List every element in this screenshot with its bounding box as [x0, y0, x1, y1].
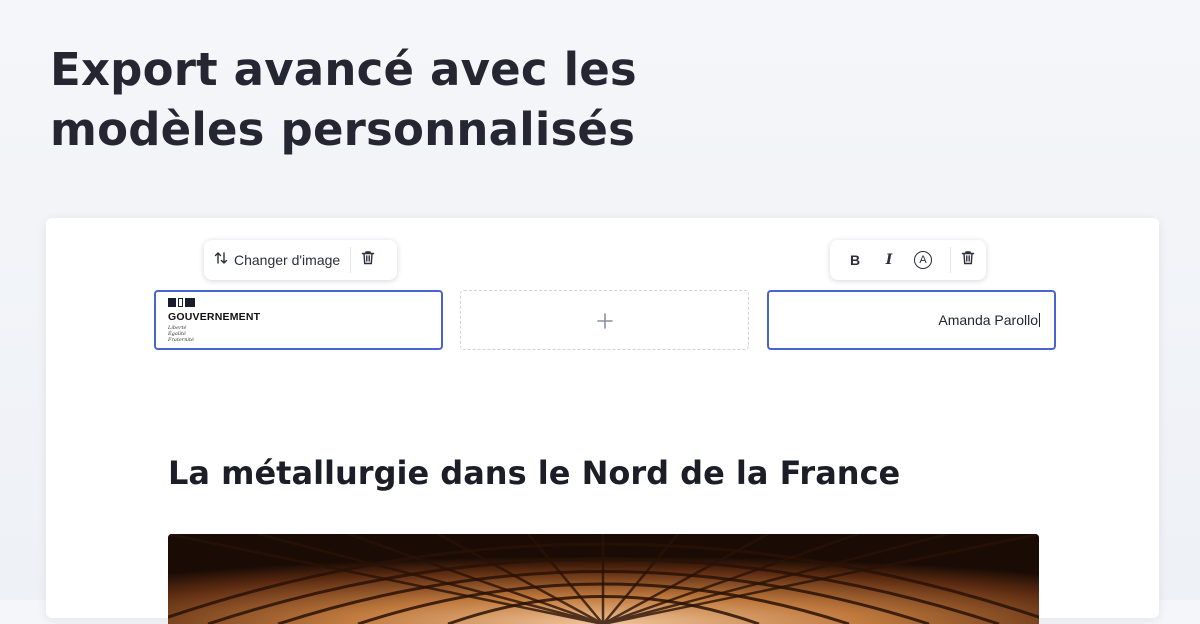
page-headline: Export avancé avec les modèles personnal… — [50, 40, 637, 160]
bold-button[interactable]: B — [838, 252, 872, 268]
logo-name: GOUVERNEMENT — [168, 311, 261, 323]
header-slot-add[interactable] — [460, 290, 749, 350]
toolbar-divider — [950, 247, 951, 273]
swap-vertical-icon — [214, 251, 228, 270]
government-logo: GOUVERNEMENT Liberté Égalité Fraternité — [168, 298, 260, 343]
text-caret — [1039, 313, 1040, 327]
motto-line: Fraternité — [168, 337, 194, 343]
italic-button[interactable]: I — [872, 252, 906, 268]
document-editor-card: Changer d'image B I A GOUVERNEMENT Liber… — [46, 218, 1159, 624]
hero-image — [168, 534, 1039, 624]
logo-motto: Liberté Égalité Fraternité — [168, 325, 260, 343]
delete-text-button[interactable] — [961, 250, 975, 270]
headline-line-1: Export avancé avec les — [50, 43, 637, 96]
change-image-button[interactable]: Changer d'image — [214, 251, 340, 270]
image-toolbar: Changer d'image — [204, 240, 397, 280]
toolbar-divider — [350, 247, 352, 273]
text-color-icon: A — [914, 251, 932, 269]
delete-image-button[interactable] — [361, 250, 375, 270]
header-slot-text[interactable]: Amanda Parollo — [767, 290, 1056, 350]
text-format-toolbar: B I A — [830, 240, 986, 280]
marianne-icon — [168, 298, 260, 308]
text-color-button[interactable]: A — [906, 251, 940, 269]
plus-icon — [596, 307, 613, 333]
document-title: La métallurgie dans le Nord de la France — [168, 454, 901, 492]
headline-line-2: modèles personnalisés — [50, 103, 636, 156]
header-slot-logo[interactable]: GOUVERNEMENT Liberté Égalité Fraternité — [154, 290, 443, 350]
author-text[interactable]: Amanda Parollo — [938, 312, 1038, 328]
trash-icon — [961, 250, 975, 270]
change-image-label: Changer d'image — [234, 252, 341, 268]
trash-icon — [361, 250, 375, 270]
